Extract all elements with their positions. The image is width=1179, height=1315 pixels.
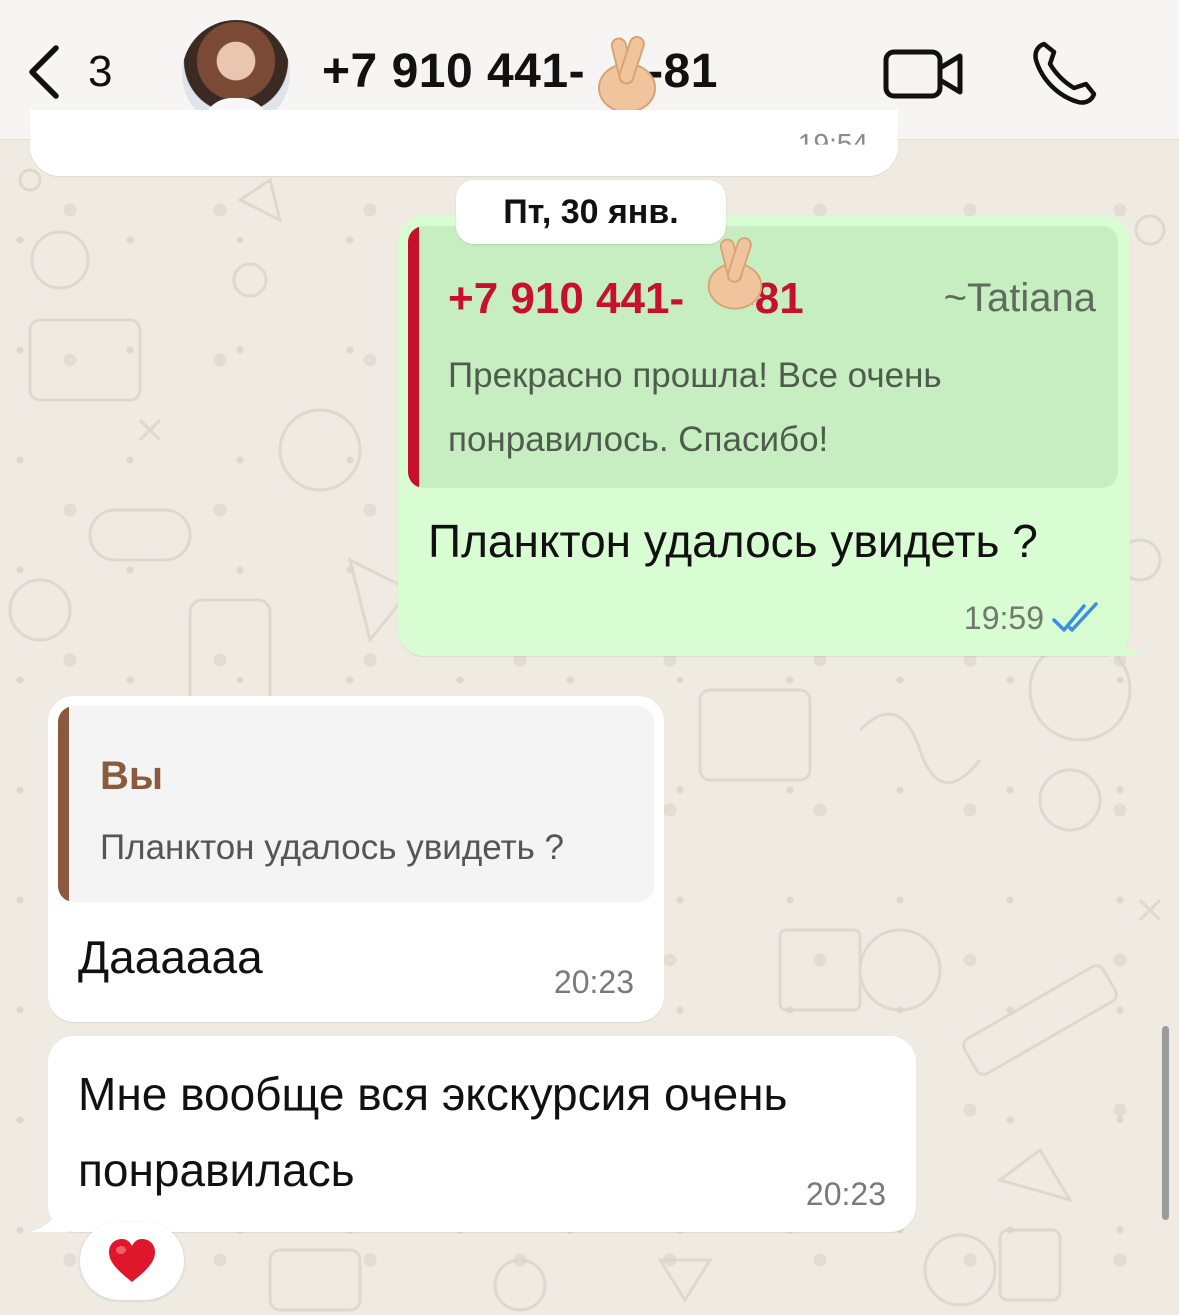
quote-text: Планктон удалось увидеть ? xyxy=(100,828,565,867)
unread-count: 3 xyxy=(88,47,113,96)
video-call-button[interactable] xyxy=(882,44,966,104)
message-text: Планктон удалось увидеть ? xyxy=(428,515,1038,567)
contact-number-start: +7 910 441- xyxy=(322,45,586,98)
quote-text: Прекрасно прошла! Все очень понравилось.… xyxy=(448,356,942,459)
bubble-tail xyxy=(1110,612,1148,656)
back-button[interactable]: 3 xyxy=(22,42,132,102)
crossed-fingers-emoji-icon xyxy=(598,35,656,113)
video-call-icon xyxy=(883,49,963,99)
voice-call-button[interactable] xyxy=(1030,38,1100,108)
bubble-tail xyxy=(30,1180,68,1232)
quote-alias: ~Tatiana xyxy=(943,276,1096,320)
message-time: 19:59 xyxy=(963,600,1044,636)
message-time: 19:54 xyxy=(797,128,868,159)
phone-icon xyxy=(1033,41,1097,105)
quote-accent-bar xyxy=(408,226,419,488)
quoted-message[interactable]: Вы Планктон удалось увидеть ? xyxy=(58,706,654,902)
message-text: Мне вообще вся экскурсия очень понравила… xyxy=(78,1068,788,1196)
incoming-message-bubble[interactable]: Мне вообще вся экскурсия очень понравила… xyxy=(48,1036,916,1232)
incoming-message-bubble[interactable]: Вы Планктон удалось увидеть ? Даааааа 20… xyxy=(48,696,664,1022)
date-separator: Пт, 30 янв. xyxy=(456,180,726,244)
scrollbar[interactable] xyxy=(1162,1026,1169,1220)
message-time: 20:23 xyxy=(553,964,634,1000)
quote-accent-bar xyxy=(58,706,69,902)
message-reaction[interactable] xyxy=(80,1222,184,1300)
crossed-fingers-emoji-icon xyxy=(707,237,763,310)
quote-author: Вы xyxy=(100,754,164,798)
message-time: 20:23 xyxy=(805,1176,886,1212)
heart-emoji-icon xyxy=(109,1239,155,1282)
previous-message-bubble[interactable]: 19:54 xyxy=(30,110,898,176)
chevron-left-icon xyxy=(29,45,59,99)
double-check-read-icon xyxy=(1052,602,1098,632)
message-text: Даааааа xyxy=(78,931,263,983)
